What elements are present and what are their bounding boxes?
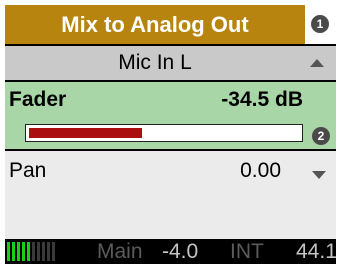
channel-selector[interactable]: Mic In L <box>5 46 336 80</box>
pan-value: 0.00 <box>240 159 281 182</box>
meter-segment <box>32 242 35 261</box>
fader-label: Fader <box>9 88 67 111</box>
pan-row[interactable]: Pan 0.00 <box>5 151 336 239</box>
status-level: -4.0 <box>162 240 199 263</box>
meter-segment <box>42 242 45 261</box>
fader-slider[interactable] <box>25 124 303 142</box>
level-meter <box>7 242 55 261</box>
down-arrow-icon[interactable] <box>312 171 326 179</box>
status-sync-source: INT <box>230 240 264 263</box>
meter-segment <box>37 242 40 261</box>
meter-segment <box>47 242 50 261</box>
step-1-badge: 1 <box>311 15 329 33</box>
step-2-badge: 2 <box>312 127 330 145</box>
meter-segment <box>17 242 20 261</box>
meter-segment <box>12 242 15 261</box>
meter-segment <box>52 242 55 261</box>
up-arrow-icon[interactable] <box>310 59 324 67</box>
fader-level-fill <box>29 128 142 138</box>
channel-label: Mic In L <box>118 51 192 74</box>
pan-label: Pan <box>9 159 47 182</box>
device-screen: Mix to Analog Out 1 Mic In L Fader -34.5… <box>5 5 336 264</box>
fader-panel[interactable]: Fader -34.5 dB 2 <box>5 82 336 149</box>
meter-segment <box>7 242 10 261</box>
title-bar: Mix to Analog Out 1 <box>5 5 336 44</box>
meter-segment <box>22 242 25 261</box>
fader-value: -34.5 dB <box>221 88 303 111</box>
page-title: Mix to Analog Out <box>5 5 305 44</box>
status-bar: Main -4.0 INT 44.1 <box>5 239 336 264</box>
meter-segment <box>27 242 30 261</box>
status-main-label: Main <box>97 240 143 263</box>
status-sample-rate: 44.1 <box>296 240 336 263</box>
